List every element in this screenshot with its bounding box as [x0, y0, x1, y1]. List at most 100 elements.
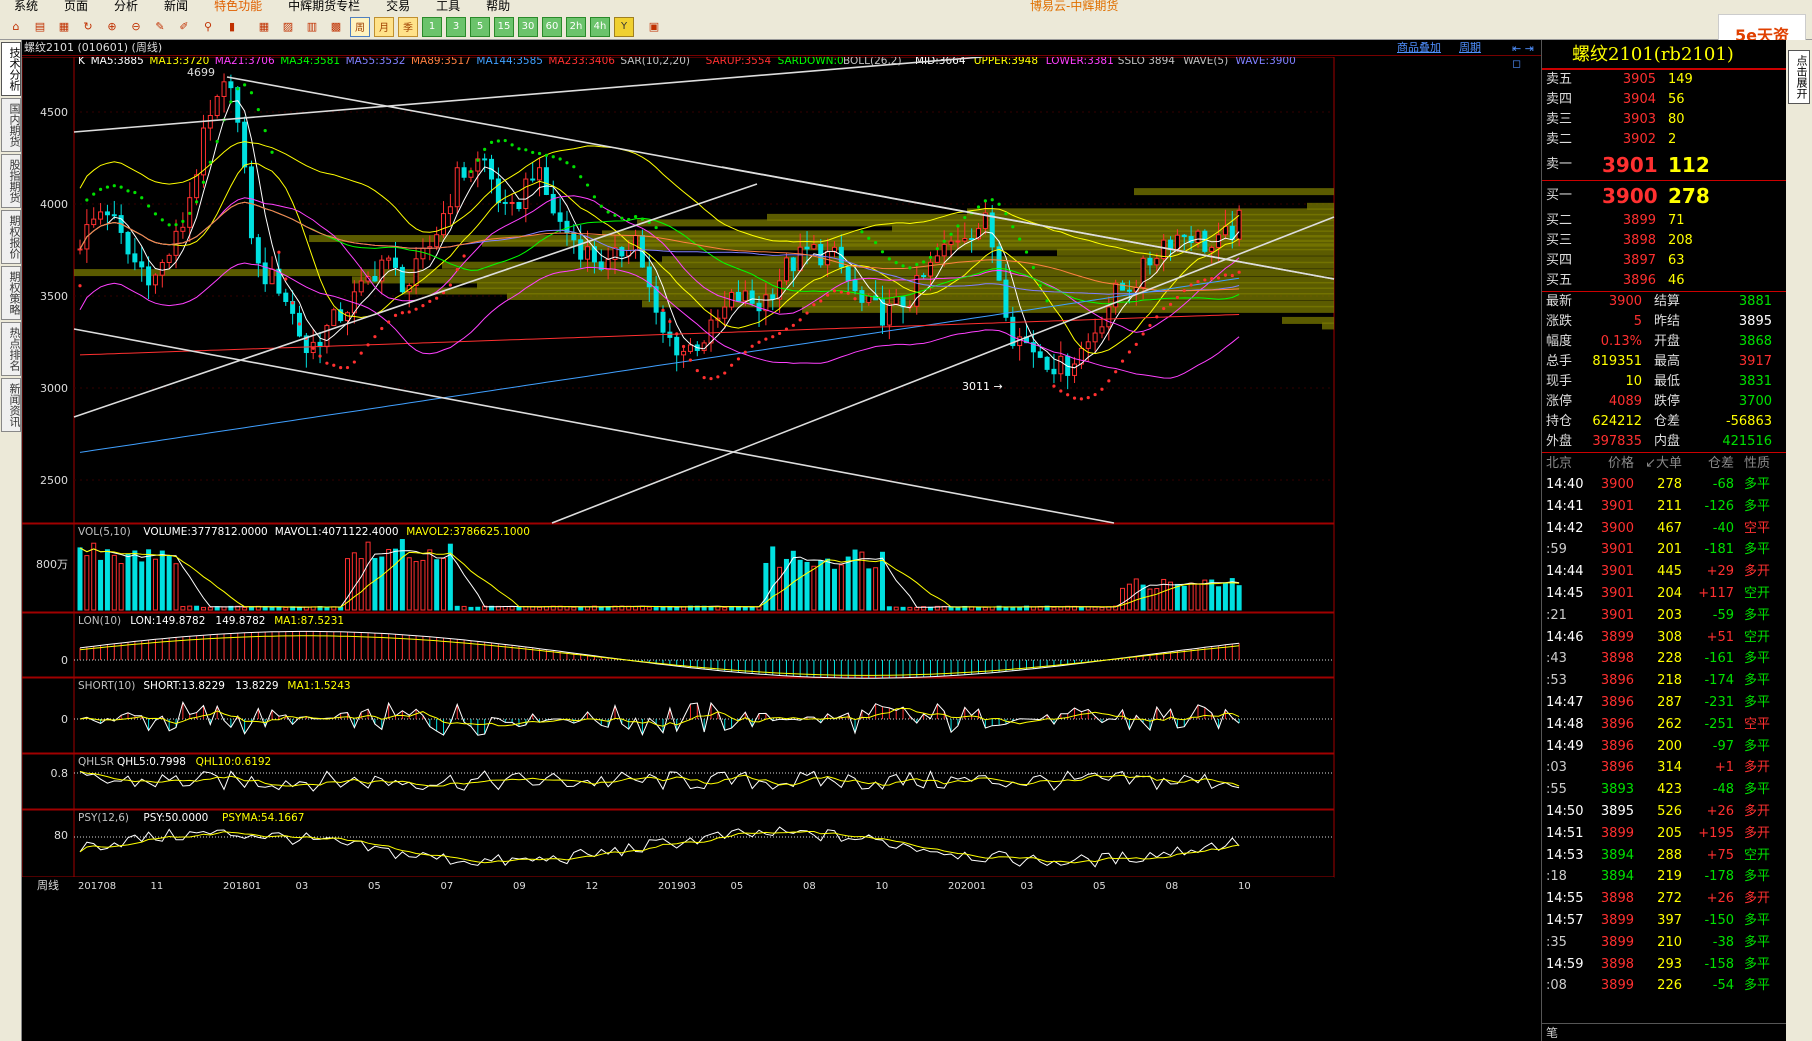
period-button-5[interactable]: 5 — [470, 16, 490, 37]
save-icon[interactable]: ▦ — [54, 17, 74, 37]
pen-icon[interactable]: ✐ — [174, 17, 194, 37]
bar-icon[interactable]: ▮ — [222, 17, 242, 37]
volume-bar — [1092, 606, 1098, 611]
tick-row: 14:44 3901 445 +29 多开 — [1542, 561, 1786, 583]
candle-body — [242, 121, 248, 168]
period-button-11[interactable]: Y — [614, 16, 634, 37]
refresh-icon[interactable]: ↻ — [78, 17, 98, 37]
ask-row[interactable]: 卖四 3904 56 — [1542, 90, 1786, 110]
calc-icon[interactable]: ▣ — [644, 17, 664, 37]
period-button-10[interactable]: 4h — [590, 16, 610, 37]
candle-body — [516, 201, 522, 209]
zoom-out-icon[interactable]: ⊖ — [126, 17, 146, 37]
candle-body — [132, 253, 138, 263]
stat-value: 3881 — [1738, 294, 1772, 309]
stat-label: 最低 — [1654, 374, 1681, 389]
period-button-1[interactable]: 月 — [374, 16, 394, 37]
period-button-9[interactable]: 2h — [566, 16, 586, 37]
volume-bar — [976, 606, 982, 611]
menu-item-3[interactable]: 新闻 — [150, 0, 200, 14]
table-icon[interactable]: ▦ — [254, 17, 274, 37]
draw-line-icon[interactable]: ✎ — [150, 17, 170, 37]
period-button-7[interactable]: 30 — [518, 16, 538, 37]
tick-volume: 218 — [1657, 673, 1682, 689]
overlay-link[interactable]: 商品叠加 — [1397, 40, 1441, 55]
candle-body — [537, 167, 543, 181]
bid-row[interactable]: 买一 3900 278 — [1542, 181, 1786, 211]
kline-chart[interactable]: 45004000350030002500K MA5:3885 MA13:3720 MA… — [22, 57, 1540, 1041]
home-icon[interactable]: ⌂ — [6, 17, 26, 37]
ask-row[interactable]: 卖三 3903 80 — [1542, 110, 1786, 130]
menu-item-2[interactable]: 分析 — [100, 0, 150, 14]
tick-row: 14:48 3896 262 -251 空平 — [1542, 714, 1786, 736]
volume-bar — [187, 605, 193, 611]
bid-row[interactable]: 买三 3898 208 — [1542, 231, 1786, 251]
left-tab-0[interactable]: 技术分析 — [1, 42, 21, 96]
low-annotation: 3011 → — [962, 380, 1003, 393]
left-tab-3[interactable]: 期权报价 — [1, 210, 21, 264]
expand-tab[interactable]: 点击展开 — [1788, 50, 1810, 104]
quote-footer[interactable]: 笔 — [1542, 1023, 1787, 1041]
psy-line — [79, 826, 1240, 868]
tick-type: 多平 — [1743, 738, 1770, 754]
candle-body — [722, 306, 728, 319]
left-tab-5[interactable]: 热点排名 — [1, 322, 21, 376]
tick-row: :43 3898 228 -161 多平 — [1542, 648, 1786, 670]
bid-row[interactable]: 买四 3897 63 — [1542, 251, 1786, 271]
candle-body — [104, 211, 110, 216]
candle-body — [98, 211, 104, 220]
pin-icon[interactable]: ⚲ — [198, 17, 218, 37]
menu-bar: 系统 页面 分析 新闻 特色功能 中辉期货专栏 交易 工具 帮助 博易云-中辉期货 — [0, 0, 1812, 14]
bid-row[interactable]: 买五 3896 46 — [1542, 271, 1786, 291]
left-tab-1[interactable]: 国内期货 — [1, 98, 21, 152]
period-button-4[interactable]: 3 — [446, 16, 466, 37]
period-button-2[interactable]: 季 — [398, 16, 418, 37]
menu-item-6[interactable]: 交易 — [372, 0, 422, 14]
indicator-label: SHORT:13.8229 — [143, 680, 225, 692]
sar-dot — [112, 184, 116, 188]
bid-row[interactable]: 买二 3899 71 — [1542, 211, 1786, 231]
volume-bar — [831, 568, 837, 611]
menu-item-5[interactable]: 中辉期货专栏 — [274, 0, 372, 14]
sar-dot — [1120, 359, 1125, 363]
ask-row[interactable]: 卖一 3901 112 — [1542, 150, 1786, 180]
tick-oi-change: -48 — [1712, 782, 1734, 798]
menu-item-8[interactable]: 帮助 — [472, 0, 522, 14]
bid-label: 买四 — [1546, 253, 1573, 268]
volume-profile-bar — [442, 261, 1334, 269]
tick-volume: 293 — [1657, 956, 1682, 972]
chart-icon[interactable]: ▨ — [278, 17, 298, 37]
ask-row[interactable]: 卖五 3905 149 — [1542, 70, 1786, 90]
volume-profile-bar — [1057, 248, 1334, 256]
volume-bar — [269, 606, 275, 611]
period-button-6[interactable]: 15 — [494, 16, 514, 37]
menu-item-4[interactable]: 特色功能 — [200, 0, 274, 14]
menu-item-0[interactable]: 系统 — [0, 0, 50, 14]
ask-label: 卖五 — [1546, 72, 1573, 87]
sar-dot — [483, 147, 487, 151]
menu-item-7[interactable]: 工具 — [422, 0, 472, 14]
period-button-8[interactable]: 60 — [542, 16, 562, 37]
menu-item-1[interactable]: 页面 — [50, 0, 100, 14]
left-tab-2[interactable]: 股指期货 — [1, 154, 21, 208]
tick-volume: 445 — [1657, 564, 1682, 580]
bar-chart-icon[interactable]: ▩ — [326, 17, 346, 37]
period-button-3[interactable]: 1 — [422, 16, 442, 37]
sar-dot — [1162, 306, 1166, 311]
zoom-in-icon[interactable]: ⊕ — [102, 17, 122, 37]
candle-body — [139, 261, 145, 268]
kline-icon[interactable]: ▥ — [302, 17, 322, 37]
ask-row[interactable]: 卖二 3902 2 — [1542, 130, 1786, 150]
left-tab-4[interactable]: 期权策略 — [1, 266, 21, 320]
candle-body — [207, 115, 213, 129]
sar-dot — [380, 326, 384, 331]
left-tab-6[interactable]: 新闻资讯 — [1, 378, 21, 432]
sar-dot — [935, 247, 939, 251]
sar-dot — [448, 283, 452, 287]
time-tick-label: 201801 — [223, 881, 261, 892]
sar-dot — [627, 217, 631, 222]
period-link[interactable]: 周期 — [1459, 40, 1481, 55]
candle-body — [886, 303, 892, 326]
folder-icon[interactable]: ▤ — [30, 17, 50, 37]
period-button-0[interactable]: 周 — [350, 16, 370, 37]
